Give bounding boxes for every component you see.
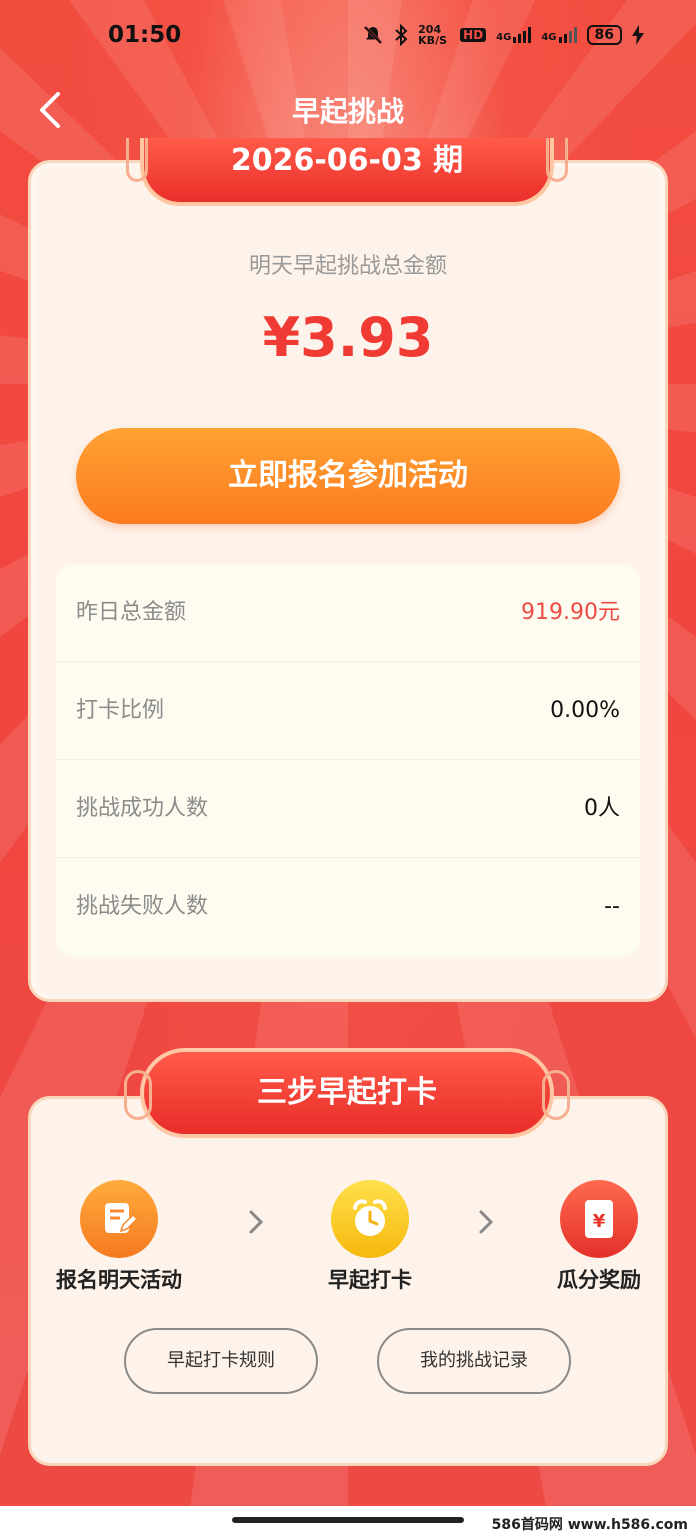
- signal-icon: [513, 27, 532, 43]
- net-speed: 204 KB/S: [418, 23, 448, 47]
- edit-note-icon: [80, 1180, 158, 1258]
- page-title: 早起挑战: [291, 95, 404, 128]
- step-signup: 报名明天活动: [34, 1180, 204, 1294]
- battery-indicator: 86: [586, 25, 622, 45]
- banner-ear-left: [124, 1070, 152, 1120]
- alarm-clock-icon: [331, 1180, 409, 1258]
- status-bar: 01:50 204 KB/S HD 4G 4G 86: [0, 0, 696, 70]
- stat-label: 挑战成功人数: [76, 796, 209, 821]
- home-indicator[interactable]: [232, 1517, 464, 1523]
- amount-label: 明天早起挑战总金额: [248, 254, 447, 279]
- step-label: 瓜分奖励: [557, 1268, 641, 1292]
- step-label: 报名明天活动: [56, 1268, 182, 1292]
- mute-bell-icon: [364, 25, 383, 45]
- step-reward: ¥ 瓜分奖励: [514, 1180, 684, 1294]
- banner-ear-right: [542, 1070, 570, 1120]
- step-checkin: 早起打卡: [285, 1180, 455, 1294]
- join-challenge-button[interactable]: 立即报名参加活动: [76, 428, 620, 524]
- bluetooth-icon: [395, 24, 408, 46]
- total-amount: ¥3.93: [262, 306, 434, 369]
- banner-ear-right: [546, 138, 568, 182]
- stat-value: --: [604, 894, 620, 919]
- stat-row-checkin-ratio: 打卡比例 0.00%: [56, 662, 640, 760]
- nav-bar: 早起挑战: [0, 80, 696, 140]
- checkin-rules-button[interactable]: 早起打卡规则: [124, 1328, 318, 1394]
- hd-badge: HD: [460, 28, 487, 42]
- net-type-1: 4G: [496, 32, 512, 43]
- chevron-right-icon: [249, 1210, 264, 1234]
- signal-4g-2: 4G: [541, 27, 577, 43]
- stat-row-success-count: 挑战成功人数 0人: [56, 760, 640, 858]
- period-label: 2026-06-03 期: [230, 143, 464, 178]
- stat-label: 昨日总金额: [76, 600, 187, 625]
- steps-banner: 三步早起打卡: [124, 1048, 570, 1138]
- period-banner: 2026-06-03 期: [126, 138, 568, 206]
- charging-icon: [632, 25, 644, 45]
- chevron-right-icon: [479, 1210, 494, 1234]
- banner-ear-left: [126, 138, 148, 182]
- watermark: 586首码网 www.h586.com: [491, 1517, 688, 1533]
- net-type-2: 4G: [541, 32, 557, 43]
- status-icons: 204 KB/S HD 4G 4G 86: [362, 24, 644, 46]
- stat-row-yesterday-total: 昨日总金额 919.90元: [56, 564, 640, 662]
- red-envelope-icon: ¥: [560, 1180, 638, 1258]
- stat-value: 0.00%: [550, 698, 620, 723]
- step-label: 早起打卡: [328, 1268, 412, 1292]
- stat-value: 919.90元: [521, 600, 620, 625]
- status-time: 01:50: [108, 22, 182, 48]
- stat-label: 挑战失败人数: [76, 894, 209, 919]
- steps-title: 三步早起打卡: [257, 1075, 437, 1110]
- stat-value: 0人: [584, 796, 620, 821]
- challenge-records-button[interactable]: 我的挑战记录: [377, 1328, 571, 1394]
- stat-label: 打卡比例: [76, 698, 165, 723]
- signal-4g-1: 4G: [496, 27, 532, 43]
- stat-row-fail-count: 挑战失败人数 --: [56, 858, 640, 956]
- stats-table: 昨日总金额 919.90元 打卡比例 0.00% 挑战成功人数 0人 挑战失败人…: [56, 564, 640, 957]
- svg-text:¥: ¥: [593, 1211, 606, 1232]
- signal-icon: [558, 27, 577, 43]
